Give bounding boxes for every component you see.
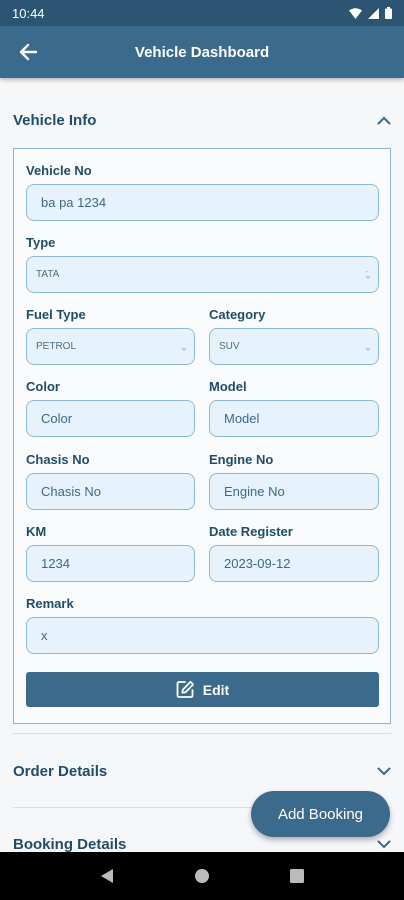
section-header-vehicle-info[interactable]: Vehicle Info: [13, 100, 391, 140]
section-title: Order Details: [13, 762, 108, 780]
vehicle-info-card: Vehicle No ba pa 1234 Type TATA Fuel Typ…: [13, 148, 391, 724]
divider: [13, 733, 391, 734]
status-bar: 10:44: [0, 0, 404, 26]
back-button[interactable]: [0, 26, 56, 78]
section-title: Booking Details: [13, 835, 127, 853]
status-time: 10:44: [12, 5, 45, 21]
vehicle-no-value: ba pa 1234: [41, 195, 107, 210]
date-register-label: Date Register: [209, 524, 293, 539]
engine-no-field[interactable]: Engine No: [209, 473, 379, 510]
type-select[interactable]: TATA: [26, 256, 379, 293]
edit-button[interactable]: Edit: [26, 672, 379, 707]
section-title: Vehicle Info: [13, 111, 97, 129]
main-content[interactable]: Vehicle Info Vehicle No ba pa 1234 Type …: [0, 78, 404, 852]
vehicle-no-label: Vehicle No: [26, 163, 92, 178]
chasis-no-label: Chasis No: [26, 452, 90, 467]
fuel-type-select[interactable]: PETROL: [26, 328, 195, 365]
color-label: Color: [26, 379, 60, 394]
wifi-icon: [349, 7, 362, 19]
date-register-field[interactable]: 2023-09-12: [209, 545, 379, 582]
km-field[interactable]: 1234: [26, 545, 195, 582]
chevron-down-icon: [377, 767, 391, 775]
color-field[interactable]: Color: [26, 400, 195, 437]
remark-field[interactable]: x: [26, 617, 379, 654]
add-booking-button[interactable]: Add Booking: [251, 791, 390, 837]
model-label: Model: [209, 379, 247, 394]
type-value: TATA: [36, 269, 60, 280]
model-field[interactable]: Model: [209, 400, 379, 437]
color-value: Color: [41, 411, 73, 426]
battery-icon: [385, 7, 392, 19]
category-label: Category: [209, 307, 266, 322]
status-icons: [349, 7, 392, 19]
km-label: KM: [26, 524, 47, 539]
dropdown-arrow-icon: [181, 347, 187, 351]
km-value: 1234: [41, 556, 70, 571]
chevron-up-icon: [377, 116, 391, 124]
category-select[interactable]: SUV: [209, 328, 379, 365]
fuel-type-value: PETROL: [36, 341, 77, 352]
edit-icon: [176, 680, 194, 698]
chevron-down-icon: [377, 840, 391, 848]
date-register-value: 2023-09-12: [224, 556, 291, 571]
nav-home-button[interactable]: [182, 856, 222, 896]
dropdown-arrow-icon: [365, 271, 371, 279]
nav-back-button[interactable]: [87, 856, 127, 896]
section-header-order-details[interactable]: Order Details: [13, 751, 391, 791]
circle-home-icon: [194, 869, 209, 883]
dropdown-arrow-icon: [365, 347, 371, 351]
arrow-left-icon: [19, 43, 37, 61]
page-title: Vehicle Dashboard: [134, 43, 270, 61]
remark-label: Remark: [26, 596, 74, 611]
chasis-no-field[interactable]: Chasis No: [26, 473, 195, 510]
triangle-back-icon: [101, 869, 114, 883]
square-recents-icon: [289, 869, 304, 883]
system-navigation-bar: [0, 852, 404, 900]
app-bar: Vehicle Dashboard: [0, 26, 404, 78]
engine-no-value: Engine No: [224, 484, 285, 499]
nav-recents-button[interactable]: [277, 856, 317, 896]
remark-value: x: [41, 628, 48, 643]
edit-button-label: Edit: [202, 681, 230, 698]
signal-icon: [368, 7, 379, 19]
fuel-type-label: Fuel Type: [26, 307, 86, 322]
model-value: Model: [224, 411, 260, 426]
type-label: Type: [26, 235, 56, 250]
chasis-no-value: Chasis No: [41, 484, 101, 499]
category-value: SUV: [219, 341, 240, 352]
engine-no-label: Engine No: [209, 452, 274, 467]
vehicle-no-field[interactable]: ba pa 1234: [26, 184, 379, 221]
